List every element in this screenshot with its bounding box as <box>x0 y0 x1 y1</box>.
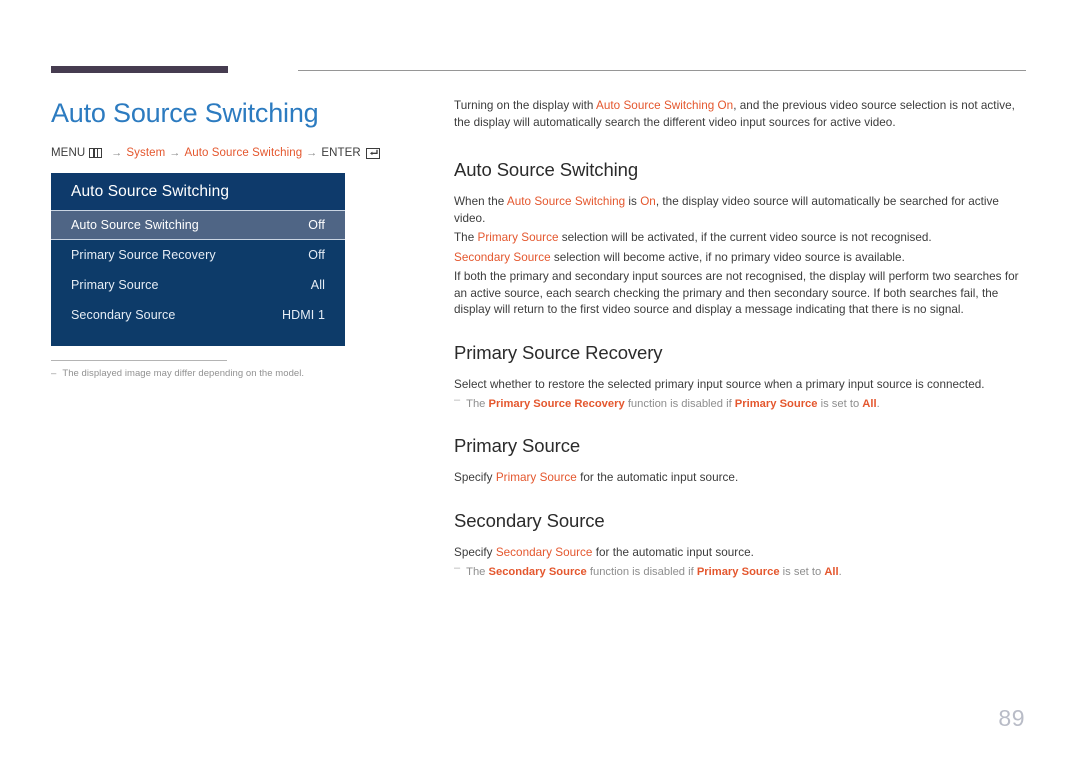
breadcrumb-item-auto-source-switching[interactable]: Auto Source Switching <box>184 147 302 159</box>
s4n-c: is set to <box>779 566 825 578</box>
section1-paragraph-4: If both the primary and secondary input … <box>454 270 1019 316</box>
intro-paragraph: Turning on the display with Auto Source … <box>454 98 1028 131</box>
section1-paragraph-2: The Primary Source selection will be act… <box>454 230 1028 247</box>
osd-row-value: HDMI 1 <box>282 308 325 322</box>
breadcrumb-item-system[interactable]: System <box>126 147 165 159</box>
breadcrumb-arrow-3: → <box>306 147 318 159</box>
s1p1-accent1: Auto Source Switching <box>506 195 626 208</box>
header-divider-rule <box>298 70 1026 71</box>
osd-row-label: Primary Source <box>71 278 159 292</box>
breadcrumb-arrow-2: → <box>169 147 181 159</box>
s2n-accent1: Primary Source Recovery <box>488 398 625 410</box>
s2n-a: The <box>466 398 489 410</box>
s1p1-b: is <box>625 195 641 208</box>
breadcrumb: MENU → System → Auto Source Switching → … <box>51 147 411 159</box>
section1-paragraph-1: When the Auto Source Switching is On, th… <box>454 194 1028 227</box>
s2n-d: . <box>876 398 880 410</box>
s1p1-a: When the <box>454 195 507 208</box>
osd-row-label: Auto Source Switching <box>71 218 199 232</box>
section-heading-secondary-source: Secondary Source <box>454 509 605 531</box>
intro-accent: Auto Source Switching On <box>596 99 734 112</box>
s1p2-accent: Primary Source <box>477 231 559 244</box>
left-footnote-text: The displayed image may differ depending… <box>62 368 305 379</box>
s4n-accent1: Secondary Source <box>488 566 587 578</box>
breadcrumb-menu-label: MENU <box>51 147 86 159</box>
page-title: Auto Source Switching <box>51 98 319 128</box>
s4p1-accent: Secondary Source <box>495 545 593 559</box>
right-column: Turning on the display with Auto Source … <box>454 98 1028 580</box>
section3-paragraph-1: Specify Primary Source for the automatic… <box>454 470 1028 487</box>
s4n-d: . <box>838 566 842 578</box>
s4n-b: function is disabled if <box>586 566 697 578</box>
enter-key-icon <box>365 147 380 159</box>
s4n-accent3: All <box>824 566 839 578</box>
osd-row-value: All <box>310 278 325 292</box>
page-number: 89 <box>998 705 1025 731</box>
s3p1-accent: Primary Source <box>495 471 577 484</box>
breadcrumb-arrow-1: → <box>111 147 123 159</box>
osd-menu-panel: Auto Source Switching Auto Source Switch… <box>51 173 345 346</box>
intro-text-a: Turning on the display with <box>454 99 597 112</box>
breadcrumb-enter-label: ENTER <box>321 147 361 159</box>
s3p1-a: Specify <box>454 471 496 484</box>
s2n-b: function is disabled if <box>624 398 735 410</box>
s4n-a: The <box>466 566 489 578</box>
s1p2-a: The <box>454 231 478 244</box>
s4p1-a: Specify <box>454 545 496 559</box>
osd-row-label: Secondary Source <box>71 308 176 322</box>
section-heading-primary-source-recovery: Primary Source Recovery <box>454 341 663 363</box>
s2n-c: is set to <box>817 398 863 410</box>
osd-row-auto-source-switching[interactable]: Auto Source Switching Off <box>51 210 345 240</box>
left-footnote-dash: – <box>51 368 57 379</box>
s2n-accent3: All <box>862 398 877 410</box>
section2-paragraph-1: Select whether to restore the selected p… <box>454 377 985 391</box>
section1-paragraph-3: Secondary Source selection will become a… <box>454 250 1028 267</box>
s1p3-b: selection will become active, if no prim… <box>550 250 905 264</box>
section4-footnote-dash: – <box>454 562 461 574</box>
section2-footnote-dash: – <box>454 394 461 406</box>
osd-row-value: Off <box>308 248 325 262</box>
s2n-accent2: Primary Source <box>734 398 818 410</box>
section-heading-auto-source-switching: Auto Source Switching <box>454 159 639 180</box>
osd-row-primary-source[interactable]: Primary Source All <box>51 270 345 300</box>
section2-footnote: – The Primary Source Recovery function is… <box>454 394 1028 412</box>
left-note-divider <box>51 360 227 361</box>
section4-footnote: – The Secondary Source function is disabl… <box>454 562 1028 580</box>
osd-row-label: Primary Source Recovery <box>71 248 216 262</box>
osd-row-primary-source-recovery[interactable]: Primary Source Recovery Off <box>51 240 345 270</box>
header-accent-bar <box>51 66 228 73</box>
s4n-accent2: Primary Source <box>696 566 780 578</box>
osd-panel-title: Auto Source Switching <box>71 182 230 200</box>
menu-grid-icon <box>89 148 103 158</box>
osd-row-secondary-source[interactable]: Secondary Source HDMI 1 <box>51 300 345 330</box>
header-rules <box>51 66 1026 76</box>
s1p2-b: selection will be activated, if the curr… <box>558 231 932 244</box>
s1p3-accent: Secondary Source <box>454 250 551 264</box>
s4p1-b: for the automatic input source. <box>592 545 754 559</box>
s3p1-b: for the automatic input source. <box>576 471 739 484</box>
section4-paragraph-1: Specify Secondary Source for the automat… <box>454 545 1028 562</box>
osd-panel-header: Auto Source Switching <box>51 173 345 210</box>
left-column: Auto Source Switching MENU → System → Au… <box>51 96 411 379</box>
s1p1-accent2: On <box>640 195 656 208</box>
section-heading-primary-source: Primary Source <box>454 435 581 456</box>
osd-row-value: Off <box>308 218 325 232</box>
left-footnote: – The displayed image may differ dependi… <box>51 368 411 379</box>
